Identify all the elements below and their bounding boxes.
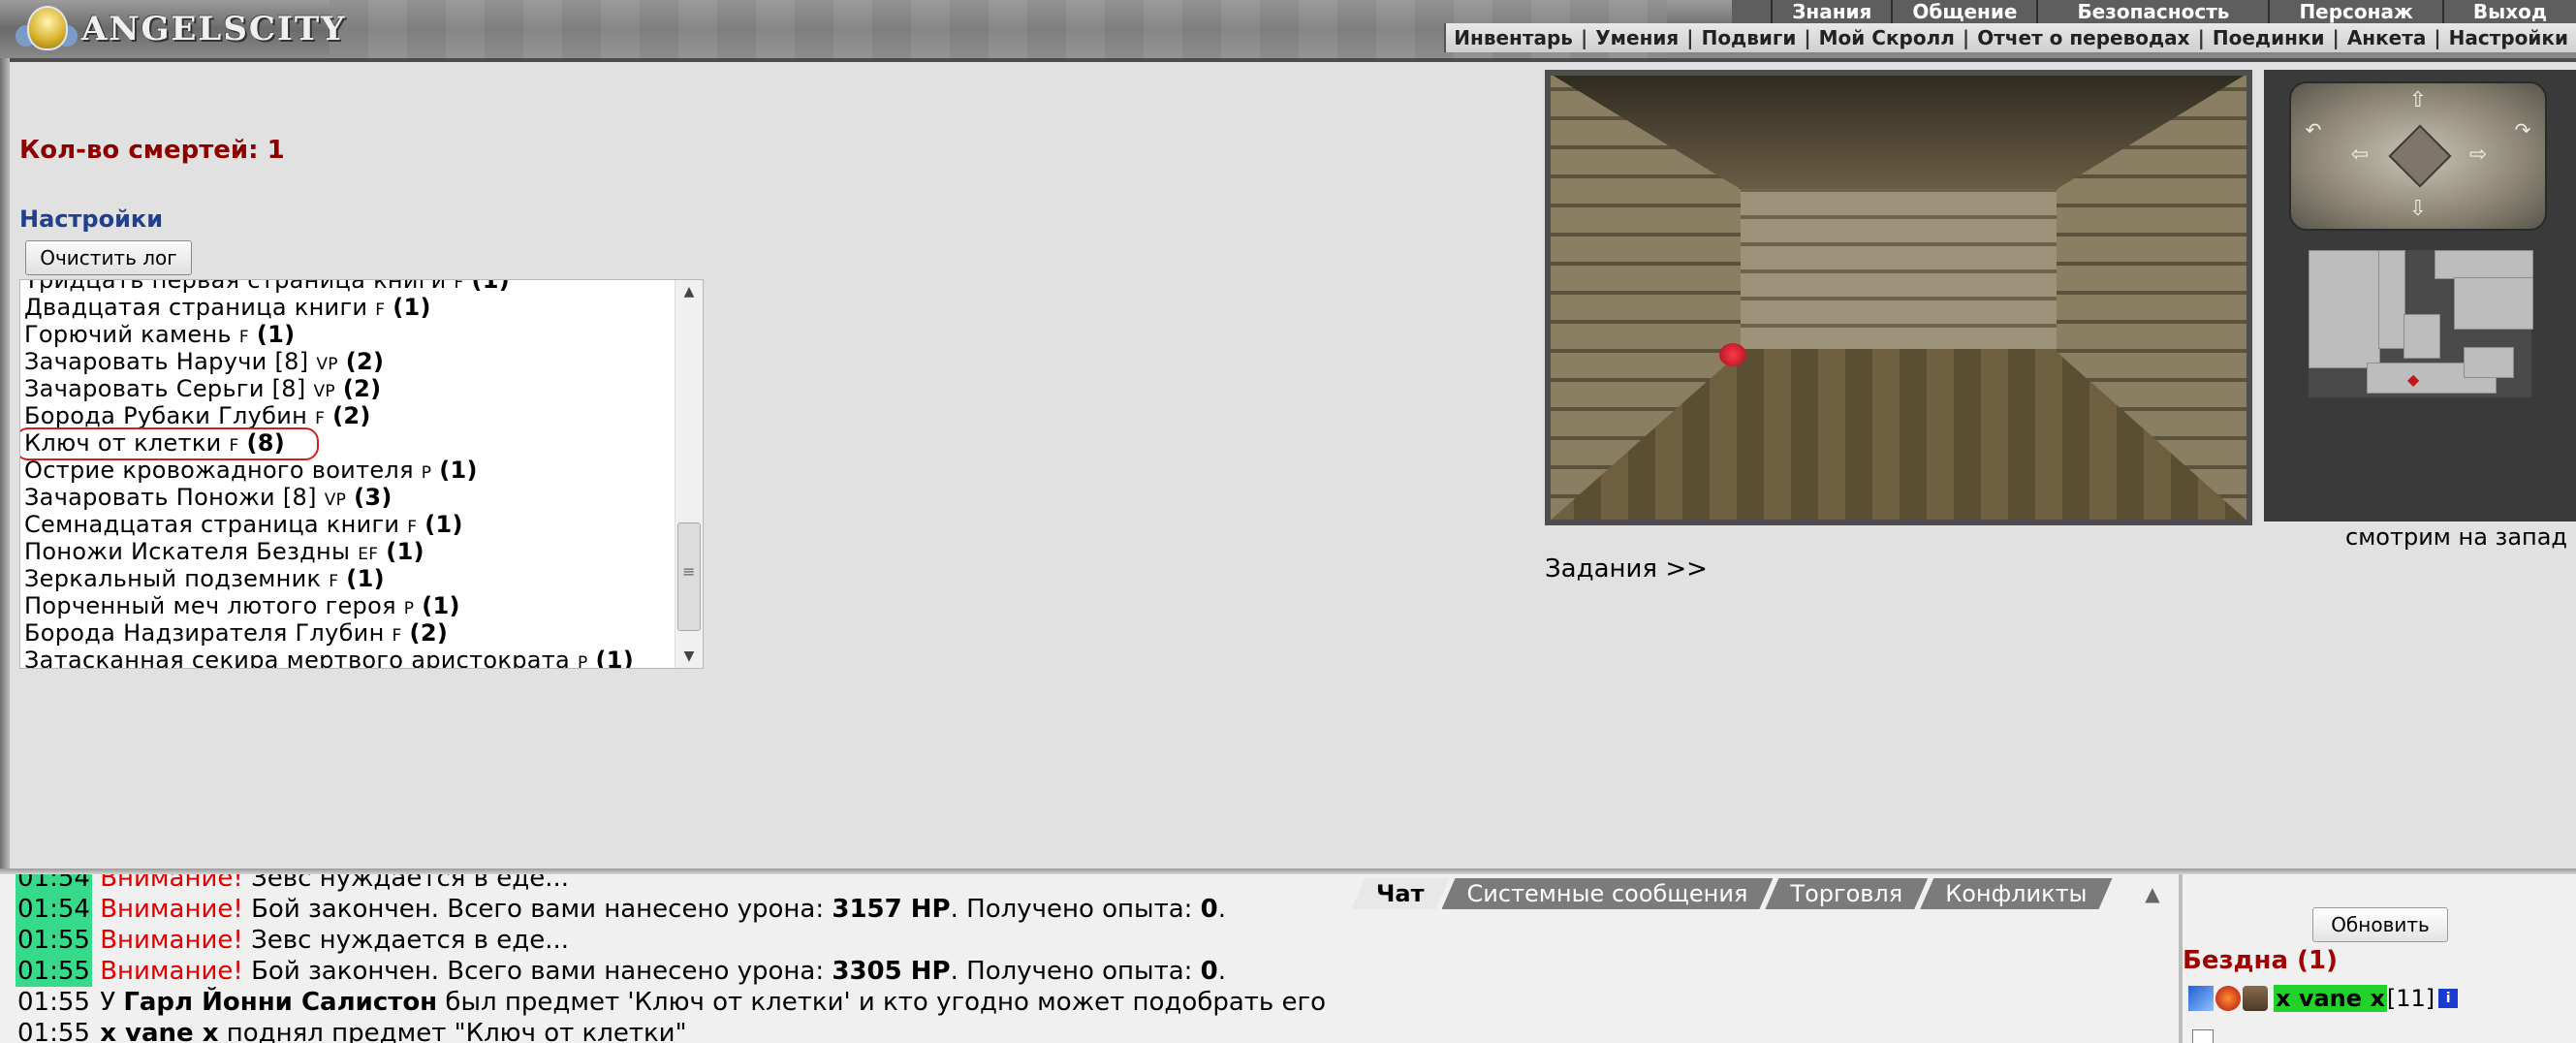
logo-text: ANGELSCITY xyxy=(81,10,347,48)
players-checkbox[interactable] xyxy=(2192,1029,2214,1043)
drop-list-item: Острие кровожадного воителя P (1) xyxy=(24,457,478,484)
menu-communication[interactable]: Общение xyxy=(1891,0,2036,23)
logo[interactable]: ANGELSCITY xyxy=(14,0,346,58)
drop-list-item: Тридцать первая страница книги F (1) xyxy=(24,279,511,294)
drop-list-item: Зачаровать Поножи [8] VP (3) xyxy=(24,484,393,511)
side-edge xyxy=(0,58,10,869)
chat-line: 01:54 Внимание! Зевс нуждается в еде... xyxy=(16,874,1326,894)
submenu-inventory[interactable]: Инвентарь xyxy=(1446,23,1581,52)
move-right-icon[interactable]: ⇨ xyxy=(2462,140,2495,171)
refresh-button[interactable]: Обновить xyxy=(2312,907,2448,942)
scroll-thumb[interactable] xyxy=(677,522,701,631)
drop-list-item: Борода Рубаки Глубин F (2) xyxy=(24,402,371,429)
drop-list-item: Затасканная секира мертвого аристократа … xyxy=(24,647,635,669)
chat-line: 01:55 Внимание! Зевс нуждается в еде... xyxy=(16,925,570,956)
turn-left-icon[interactable]: ↶ xyxy=(2297,114,2330,145)
submenu-achievements[interactable]: Подвиги xyxy=(1694,23,1805,52)
menu-knowledge[interactable]: Знания xyxy=(1771,0,1891,23)
drop-list-item: Горючий камень F (1) xyxy=(24,321,296,348)
drop-list-item: Поножи Искателя Бездны EF (1) xyxy=(24,538,424,565)
chat-line: 01:54 Внимание! Бой закончен. Всего вами… xyxy=(16,894,1227,925)
submenu-transfer-report[interactable]: Отчет о переводах xyxy=(1969,23,2197,52)
tab-chat[interactable]: Чат xyxy=(1351,878,1450,909)
minimap: ◆ xyxy=(2309,250,2533,397)
facing-direction: смотрим на запад xyxy=(2345,523,2568,551)
drop-list-item: Семнадцатая страница книги F (1) xyxy=(24,511,463,538)
drop-list-item: Борода Надзирателя Глубин F (2) xyxy=(24,619,449,647)
drop-list-item: Ключ от клетки F (8) xyxy=(20,427,674,460)
top-bar: ANGELSCITY Знания Общение Безопасность П… xyxy=(0,0,2576,62)
chat-line: 01:55 У Гарл Йонни Салистон был предмет … xyxy=(17,988,1327,1017)
player-name[interactable]: x vane x xyxy=(2274,985,2387,1012)
tab-system-messages[interactable]: Системные сообщения xyxy=(1442,878,1774,909)
drop-list-item: Зачаровать Серьги [8] VP (2) xyxy=(24,375,382,402)
turn-right-icon[interactable]: ↷ xyxy=(2506,114,2539,145)
drop-items: Тридцать первая страница книги F (1) Двад… xyxy=(20,279,674,669)
deaths-counter: Кол-во смертей: 1 xyxy=(19,136,285,165)
main-menu: Знания Общение Безопасность Персонаж Вых… xyxy=(1732,0,2576,23)
submenu-profile[interactable]: Анкета xyxy=(2340,23,2435,52)
submenu-my-scroll[interactable]: Мой Скролл xyxy=(1811,23,1963,52)
race-icon xyxy=(2243,986,2268,1011)
clear-log-button[interactable]: Очистить лог xyxy=(25,240,192,275)
submenu-duels[interactable]: Поединки xyxy=(2205,23,2333,52)
move-left-icon[interactable]: ⇦ xyxy=(2343,140,2376,171)
submenu-skills[interactable]: Умения xyxy=(1587,23,1686,52)
dungeon-view[interactable] xyxy=(1545,70,2252,525)
player-info-icon[interactable]: i xyxy=(2438,989,2459,1008)
move-forward-icon[interactable]: ⇧ xyxy=(2402,85,2435,116)
tabs-collapse-icon[interactable]: ▲ xyxy=(2136,878,2169,909)
chat-line: 01:55 Внимание! Бой закончен. Всего вами… xyxy=(16,956,1227,987)
chat-line: 01:55 x vane x поднял предмет "Ключ от к… xyxy=(17,1019,687,1043)
drop-list-item: Зеркальный подземник F (1) xyxy=(24,565,385,592)
floor-item-icon[interactable] xyxy=(1713,343,1752,368)
tab-trade[interactable]: Торговля xyxy=(1765,878,1928,909)
compass: ⇧ ⇩ ⇦ ⇨ ↶ ↷ xyxy=(2289,81,2547,231)
back-wall xyxy=(1741,188,2057,351)
logo-emblem-icon xyxy=(14,0,78,58)
player-level: [11] xyxy=(2386,985,2435,1012)
submenu-settings[interactable]: Настройки xyxy=(2441,23,2576,52)
drop-list-item: Порченный меч лютого героя P (1) xyxy=(24,592,460,619)
private-message-icon[interactable] xyxy=(2188,986,2214,1011)
player-position-icon: ◆ xyxy=(2407,370,2420,389)
drop-log-list[interactable]: Тридцать первая страница книги F (1) Двад… xyxy=(19,279,704,669)
quests-link[interactable]: Задания >> xyxy=(1545,554,1708,584)
menu-security[interactable]: Безопасность xyxy=(2036,0,2268,23)
move-back-icon[interactable]: ⇩ xyxy=(2402,194,2435,225)
chat-lines: 01:54 Внимание! Зевс нуждается в еде... 0… xyxy=(16,874,1326,1043)
menu-character[interactable]: Персонаж xyxy=(2268,0,2441,23)
settings-link[interactable]: Настройки xyxy=(19,205,163,233)
tab-conflicts[interactable]: Конфликты xyxy=(1920,878,2112,909)
location-name: Бездна (1) xyxy=(2183,946,2338,975)
menu-exit[interactable]: Выход xyxy=(2441,0,2576,23)
navigation-panel: ⇧ ⇩ ⇦ ⇨ ↶ ↷ ◆ xyxy=(2264,70,2576,522)
drop-list-scrollbar[interactable]: ▲ ▼ xyxy=(675,280,703,668)
clan-icon xyxy=(2215,986,2241,1011)
sub-menu: Инвентарь | Умения | Подвиги | Мой Скролл | … xyxy=(1444,23,2576,52)
player-row[interactable]: x vane x [11] i xyxy=(2188,983,2459,1014)
drop-list-item: Двадцатая страница книги F (1) xyxy=(24,294,431,321)
scroll-down-icon[interactable]: ▼ xyxy=(675,645,703,668)
compass-center-icon xyxy=(2388,124,2452,188)
chat-tabs: Чат Системные сообщения Торговля Конфлик… xyxy=(1359,878,2113,911)
scroll-up-icon[interactable]: ▲ xyxy=(675,280,703,303)
drop-list-item: Зачаровать Наручи [8] VP (2) xyxy=(24,348,385,375)
players-panel: Обновить Бездна (1) x vane x [11] i xyxy=(2179,874,2576,1043)
